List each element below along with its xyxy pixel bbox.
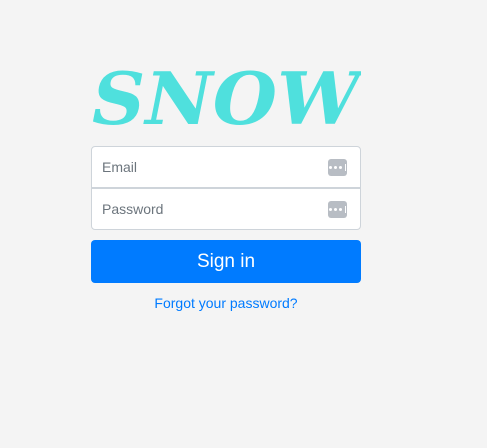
password-manager-icon[interactable] — [328, 159, 347, 176]
sign-in-button[interactable]: Sign in — [91, 240, 361, 283]
email-field[interactable] — [92, 147, 360, 187]
forgot-password-link[interactable]: Forgot your password? — [91, 295, 361, 311]
password-field[interactable] — [92, 189, 360, 229]
email-field-wrapper — [91, 146, 361, 188]
password-field-wrapper — [91, 188, 361, 230]
login-form: SNOW Sign in Forgot your password? — [91, 66, 361, 311]
credentials-group — [91, 146, 361, 230]
snow-logo: SNOW — [92, 66, 361, 128]
password-manager-icon[interactable] — [328, 201, 347, 218]
logo-text: SNOW — [92, 66, 361, 128]
